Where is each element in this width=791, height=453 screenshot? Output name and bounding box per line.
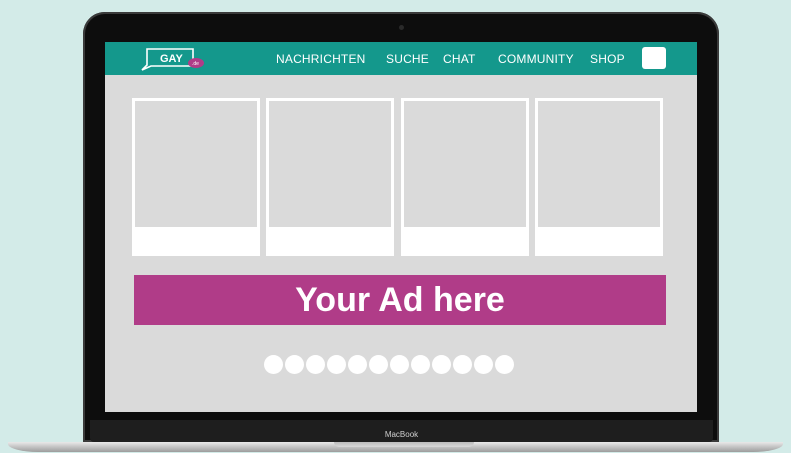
laptop-base (8, 442, 783, 452)
logo-badge-text: .de (192, 61, 199, 67)
nav-item-shop[interactable]: SHOP (590, 52, 625, 66)
pagination-dot[interactable] (390, 355, 409, 374)
top-navbar: GAY .de NACHRICHTEN SUCHE CHAT COMMUNITY… (105, 42, 697, 75)
laptop-chin: MacBook (90, 420, 713, 442)
pagination-dot[interactable] (474, 355, 493, 374)
pagination-dots (264, 355, 536, 375)
nav-item-community[interactable]: COMMUNITY (498, 52, 574, 66)
pagination-dot[interactable] (285, 355, 304, 374)
card-image-placeholder (404, 101, 526, 227)
base-notch (334, 442, 474, 447)
profile-card[interactable] (535, 98, 663, 256)
browser-screen: GAY .de NACHRICHTEN SUCHE CHAT COMMUNITY… (105, 42, 697, 412)
profile-card[interactable] (266, 98, 394, 256)
ad-text: Your Ad here (295, 280, 505, 319)
nav-item-nachrichten[interactable]: NACHRICHTEN (276, 52, 366, 66)
model-label: MacBook (384, 430, 419, 439)
pagination-dot[interactable] (453, 355, 472, 374)
ad-banner[interactable]: Your Ad here (134, 275, 666, 325)
pagination-dot[interactable] (327, 355, 346, 374)
logo-text: GAY (160, 53, 183, 65)
pagination-dot[interactable] (348, 355, 367, 374)
pagination-dot[interactable] (369, 355, 388, 374)
pagination-dot[interactable] (411, 355, 430, 374)
logo[interactable]: GAY .de (141, 47, 207, 71)
profile-card[interactable] (132, 98, 260, 256)
pagination-dot[interactable] (306, 355, 325, 374)
card-image-placeholder (538, 101, 660, 227)
profile-card[interactable] (401, 98, 529, 256)
card-image-placeholder (135, 101, 257, 227)
pagination-dot[interactable] (432, 355, 451, 374)
nav-item-chat[interactable]: CHAT (443, 52, 476, 66)
menu-button[interactable] (642, 47, 666, 69)
pagination-dot[interactable] (495, 355, 514, 374)
pagination-dot[interactable] (264, 355, 283, 374)
card-image-placeholder (269, 101, 391, 227)
camera-icon (399, 25, 404, 30)
nav-item-suche[interactable]: SUCHE (386, 52, 429, 66)
